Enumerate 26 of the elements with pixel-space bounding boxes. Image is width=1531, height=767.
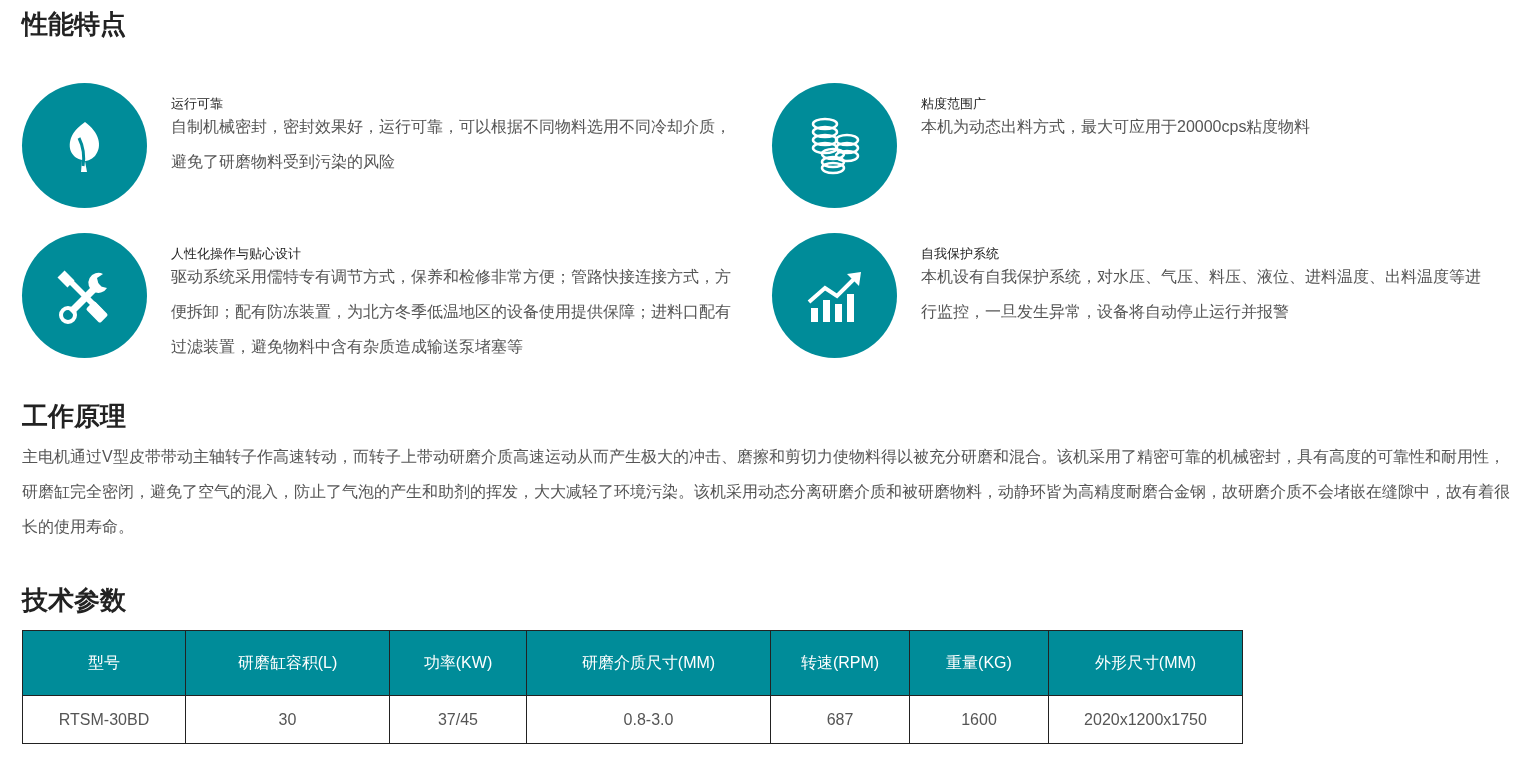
feature-title: 粘度范围广: [921, 95, 987, 113]
table-cell: 687: [770, 695, 910, 744]
column-header: 研磨介质尺寸(MM): [526, 630, 771, 696]
feature-text: 自制机械密封，密封效果好，运行可靠，可以根据不同物料选用不同冷却介质，避免了研磨物料受到污染的风险: [171, 117, 732, 172]
section-heading: 技术参数: [22, 584, 127, 617]
feature-title: 自我保护系统: [921, 245, 1000, 263]
principle-paragraph: 主电机通过V型皮带带动主轴转子作高速转动，而转子上带动研磨介质高速运动从而产生极大的冲击、磨擦和剪切力使物料得以被充分研磨和混合。该机采用了精密可靠的机械密封，具有高度的可靠性和耐用性，研磨缸完全密闭，避免了空气的混入，防止了气泡的产生和助剂的挥发，大大减轻了环境污染。该机采用动态分离研磨介质和被研磨物料，动静环皆为高精度耐磨合金钢，故研磨介质不会堵嵌在缝隙中，故有着很长的使用寿命。: [22, 447, 1511, 537]
section-heading: 性能特点: [22, 8, 127, 41]
table-cell: 37/45: [389, 695, 527, 744]
column-header: 转速(RPM): [770, 630, 910, 696]
column-header: 研磨缸容积(L): [185, 630, 390, 696]
feature-text: 驱动系统采用儒特专有调节方式，保养和检修非常方便；管路快接连接方式，方便拆卸；配有防冻装置，为北方冬季低温地区的设备使用提供保障；进料口配有过滤装置，避免物料中含有杂质造成输送泵堵塞等: [171, 267, 732, 357]
table-cell: RTSM-30BD: [22, 695, 186, 744]
table-cell: 2020x1200x1750: [1048, 695, 1243, 744]
column-header: 型号: [22, 630, 186, 696]
column-header: 功率(KW): [389, 630, 527, 696]
feature-text: 本机设有自我保护系统，对水压、气压、料压、液位、进料温度、出料温度等进行监控，一旦发生异常，设备将自动停止运行并报警: [921, 267, 1482, 322]
feature-title: 运行可靠: [171, 95, 224, 113]
table-cell: 0.8-3.0: [526, 695, 771, 744]
feature-title: 人性化操作与贴心设计: [171, 245, 302, 263]
table-cell: 30: [185, 695, 390, 744]
section-heading: 工作原理: [22, 400, 127, 433]
feature-text: 本机为动态出料方式，最大可应用于20000cps粘度物料: [921, 117, 1312, 137]
column-header: 外形尺寸(MM): [1048, 630, 1243, 696]
column-header: 重量(KG): [909, 630, 1049, 696]
table-cell: 1600: [909, 695, 1049, 744]
